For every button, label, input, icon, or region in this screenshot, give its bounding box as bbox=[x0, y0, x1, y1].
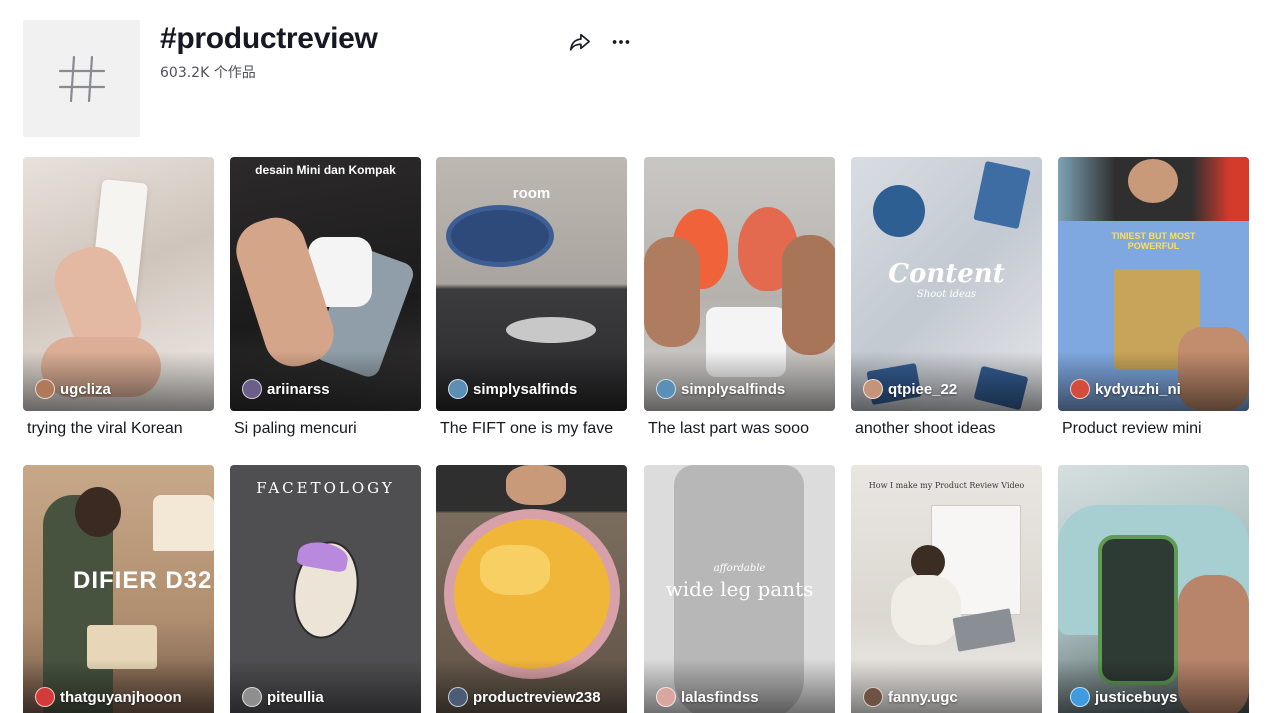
more-options-button[interactable] bbox=[608, 29, 634, 55]
video-author[interactable]: simplysalfinds bbox=[656, 379, 785, 399]
hashtag-header: #productreview 603.2K 个作品 bbox=[23, 20, 663, 138]
video-card[interactable]: desain Mini dan Kompak ariinarss Si pali… bbox=[230, 157, 421, 442]
video-caption[interactable]: Si paling mencuri bbox=[230, 420, 421, 442]
video-card[interactable]: productreview238 bbox=[436, 465, 627, 713]
overlay-subtext: Shoot ideas bbox=[916, 289, 977, 300]
video-card[interactable]: How I make my Product Review Video fanny… bbox=[851, 465, 1042, 713]
video-card[interactable]: Content Shoot ideas qtpiee_22 another sh… bbox=[851, 157, 1042, 442]
overlay-text: desain Mini dan Kompak bbox=[255, 163, 396, 177]
author-name: fanny.ugc bbox=[888, 688, 958, 706]
overlay-text: Content bbox=[888, 259, 1005, 289]
author-name: lalasfindss bbox=[681, 688, 759, 706]
overlay-text: wide leg pants bbox=[665, 577, 814, 601]
overlay-subtext: affordable bbox=[713, 563, 766, 574]
avatar bbox=[656, 687, 676, 707]
video-author[interactable]: lalasfindss bbox=[656, 687, 759, 707]
video-author[interactable]: thatguyanjhooon bbox=[35, 687, 182, 707]
video-card[interactable]: justicebuys bbox=[1058, 465, 1249, 713]
author-name: qtpiee_22 bbox=[888, 380, 958, 398]
author-name: simplysalfinds bbox=[473, 380, 578, 398]
hash-icon bbox=[58, 55, 105, 102]
overlay-text: DIFIER D32 bbox=[73, 567, 213, 594]
video-caption[interactable]: Product review mini bbox=[1058, 420, 1249, 442]
video-thumbnail[interactable]: justicebuys bbox=[1058, 465, 1249, 713]
video-thumbnail[interactable]: DIFIER D32 thatguyanjhooon bbox=[23, 465, 214, 713]
page-title: #productreview bbox=[160, 22, 378, 55]
video-author[interactable]: kydyuzhi_ni bbox=[1070, 379, 1181, 399]
video-caption[interactable]: another shoot ideas bbox=[851, 420, 1042, 442]
video-thumbnail[interactable]: ugcliza bbox=[23, 157, 214, 411]
video-card[interactable]: ugcliza trying the viral Korean bbox=[23, 157, 214, 442]
video-card[interactable]: room simplysalfinds The FIFT one is my f… bbox=[436, 157, 627, 442]
video-author[interactable]: ugcliza bbox=[35, 379, 111, 399]
video-count: 603.2K 个作品 bbox=[160, 65, 256, 81]
avatar bbox=[242, 687, 262, 707]
author-name: kydyuzhi_ni bbox=[1095, 380, 1181, 398]
avatar bbox=[448, 379, 468, 399]
author-name: justicebuys bbox=[1095, 688, 1178, 706]
video-author[interactable]: productreview238 bbox=[448, 687, 601, 707]
avatar bbox=[448, 687, 468, 707]
video-thumbnail[interactable]: room simplysalfinds bbox=[436, 157, 627, 411]
author-name: piteullia bbox=[267, 688, 324, 706]
author-name: productreview238 bbox=[473, 688, 601, 706]
video-caption[interactable]: The last part was sooo bbox=[644, 420, 835, 442]
video-author[interactable]: simplysalfinds bbox=[448, 379, 577, 399]
video-thumbnail[interactable]: Content Shoot ideas qtpiee_22 bbox=[851, 157, 1042, 411]
overlay-text: room bbox=[512, 185, 551, 202]
avatar bbox=[656, 379, 676, 399]
author-name: ugcliza bbox=[60, 380, 111, 398]
more-dots-icon bbox=[612, 40, 630, 44]
video-author[interactable]: piteullia bbox=[242, 687, 324, 707]
overlay-text: FACETOLOGY bbox=[256, 479, 395, 497]
avatar bbox=[863, 687, 883, 707]
video-card[interactable]: simplysalfinds The last part was sooo bbox=[644, 157, 835, 442]
video-card[interactable]: DIFIER D32 thatguyanjhooon bbox=[23, 465, 214, 713]
overlay-text: TINIEST BUT MOST POWERFUL bbox=[1111, 231, 1196, 251]
share-button[interactable] bbox=[567, 29, 593, 55]
share-arrow-icon bbox=[570, 33, 590, 51]
avatar bbox=[1070, 687, 1090, 707]
avatar bbox=[1070, 379, 1090, 399]
video-card[interactable]: FACETOLOGY piteullia bbox=[230, 465, 421, 713]
video-thumbnail[interactable]: How I make my Product Review Video fanny… bbox=[851, 465, 1042, 713]
video-author[interactable]: justicebuys bbox=[1070, 687, 1178, 707]
video-thumbnail[interactable]: desain Mini dan Kompak ariinarss bbox=[230, 157, 421, 411]
video-card[interactable]: affordable wide leg pants lalasfindss bbox=[644, 465, 835, 713]
video-card[interactable]: TINIEST BUT MOST POWERFUL kydyuzhi_ni Pr… bbox=[1058, 157, 1249, 442]
video-author[interactable]: qtpiee_22 bbox=[863, 379, 957, 399]
video-caption[interactable]: trying the viral Korean bbox=[23, 420, 214, 442]
video-thumbnail[interactable]: productreview238 bbox=[436, 465, 627, 713]
author-name: thatguyanjhooon bbox=[60, 688, 182, 706]
video-caption[interactable]: The FIFT one is my fave bbox=[436, 420, 627, 442]
author-name: ariinarss bbox=[267, 380, 330, 398]
avatar bbox=[863, 379, 883, 399]
hashtag-thumbnail bbox=[23, 20, 140, 137]
video-thumbnail[interactable]: TINIEST BUT MOST POWERFUL kydyuzhi_ni bbox=[1058, 157, 1249, 411]
avatar bbox=[242, 379, 262, 399]
video-thumbnail[interactable]: simplysalfinds bbox=[644, 157, 835, 411]
video-thumbnail[interactable]: affordable wide leg pants lalasfindss bbox=[644, 465, 835, 713]
video-thumbnail[interactable]: FACETOLOGY piteullia bbox=[230, 465, 421, 713]
video-author[interactable]: ariinarss bbox=[242, 379, 330, 399]
video-author[interactable]: fanny.ugc bbox=[863, 687, 958, 707]
author-name: simplysalfinds bbox=[681, 380, 786, 398]
overlay-text: How I make my Product Review Video bbox=[868, 481, 1025, 490]
avatar bbox=[35, 379, 55, 399]
avatar bbox=[35, 687, 55, 707]
